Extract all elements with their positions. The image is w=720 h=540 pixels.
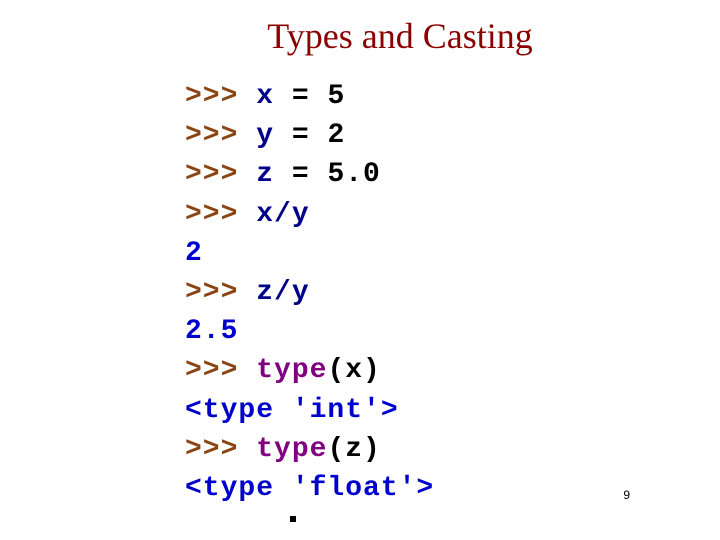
code-line-3: >>> z = 5.0: [185, 155, 680, 194]
variable-name: z: [256, 159, 274, 190]
code-rest: = 5: [274, 81, 345, 112]
variable-name: y: [256, 120, 274, 151]
prompt-text: >>>: [185, 199, 256, 230]
code-line-4: >>> x/y: [185, 195, 680, 234]
code-line-8: >>> type(x): [185, 351, 680, 390]
code-line-2: >>> y = 2: [185, 116, 680, 155]
expression: x/y: [256, 199, 309, 230]
code-block: >>> x = 5 >>> y = 2 >>> z = 5.0 >>> x/y …: [185, 77, 680, 508]
slide-title: Types and Casting: [120, 15, 680, 57]
prompt-text: >>>: [185, 434, 256, 465]
prompt-text: >>>: [185, 120, 256, 151]
variable-name: x: [256, 81, 274, 112]
prompt-text: >>>: [185, 159, 256, 190]
code-rest: (x): [327, 355, 380, 386]
code-line-10: >>> type(z): [185, 430, 680, 469]
code-output-3: <type 'int'>: [185, 391, 680, 430]
expression: z/y: [256, 277, 309, 308]
prompt-text: >>>: [185, 277, 256, 308]
code-line-1: >>> x = 5: [185, 77, 680, 116]
decorative-dot: [290, 516, 296, 522]
code-output-4: <type 'float'>: [185, 469, 680, 508]
code-rest: (z): [327, 434, 380, 465]
builtin-func: type: [256, 355, 327, 386]
prompt-text: >>>: [185, 355, 256, 386]
code-rest: = 2: [274, 120, 345, 151]
code-rest: = 5.0: [274, 159, 381, 190]
code-output-2: 2.5: [185, 312, 680, 351]
builtin-func: type: [256, 434, 327, 465]
prompt-text: >>>: [185, 81, 256, 112]
slide: Types and Casting >>> x = 5 >>> y = 2 >>…: [0, 0, 720, 540]
code-output-1: 2: [185, 234, 680, 273]
page-number: 9: [623, 488, 630, 502]
code-line-6: >>> z/y: [185, 273, 680, 312]
